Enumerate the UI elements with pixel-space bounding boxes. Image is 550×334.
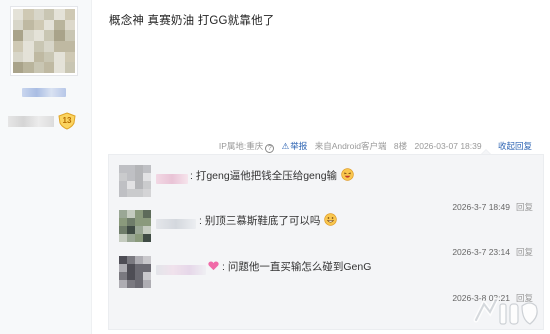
reply-content: : 别顶三慕斯鞋底了可以吗 [199, 213, 337, 228]
reply-item: : 别顶三慕斯鞋底了可以吗 2026-3-7 23:14 回复 [109, 210, 545, 257]
level-badge: 13 [57, 112, 77, 130]
level-title-blurred [8, 115, 54, 127]
reply-username-blurred[interactable] [156, 265, 206, 275]
author-avatar[interactable] [10, 6, 78, 76]
reply-separator: : [222, 261, 225, 273]
reply-text: 问题他一直买输怎么碰到GenG [227, 261, 372, 273]
author-name-blurred[interactable] [22, 88, 66, 97]
heart-icon [208, 261, 219, 271]
client-source[interactable]: 来自Android客户端 [315, 141, 387, 151]
reply-username-blurred[interactable] [156, 174, 188, 184]
post-datetime: 2026-03-07 18:39 [414, 141, 482, 151]
reply-content: : 打geng逼他把钱全压给geng输 [190, 168, 354, 183]
author-level: 13 [8, 112, 77, 130]
reply-text: 打geng逼他把钱全压给geng输 [195, 170, 338, 182]
reply-avatar[interactable] [119, 165, 151, 197]
site-watermark-logo [473, 297, 538, 325]
reply-item: : 打geng逼他把钱全压给geng输 2026-3-7 18:49 回复 [109, 165, 545, 212]
reply-separator: : [199, 215, 202, 227]
reply-avatar[interactable] [119, 210, 151, 242]
reply-content: : 问题他一直买输怎么碰到GenG [207, 259, 371, 274]
help-icon[interactable]: ? [265, 144, 275, 153]
ip-location: IP属地:重庆 [218, 141, 264, 151]
level-number: 13 [62, 116, 72, 125]
avatar-image [13, 9, 75, 73]
reply-avatar[interactable] [119, 256, 151, 288]
reply-text: 别顶三慕斯鞋底了可以吗 [204, 215, 321, 227]
laughing-face-icon [341, 168, 354, 181]
grinning-face-icon [324, 213, 337, 226]
warning-icon: ⚠ [281, 141, 290, 151]
reply-separator: : [190, 170, 193, 182]
reply-username-blurred[interactable] [156, 219, 196, 229]
author-sidebar: 13 [0, 0, 92, 334]
floor-number: 8楼 [393, 141, 408, 151]
post-content: 概念神 真赛奶油 打GG就靠他了 [109, 15, 275, 27]
post-meta: IP属地:重庆? ⚠举报 来自Android客户端 8楼 2026-03-07 … [0, 140, 532, 154]
report-link[interactable]: 举报 [290, 141, 307, 151]
collapse-replies-button[interactable]: 收起回复 [498, 141, 532, 151]
